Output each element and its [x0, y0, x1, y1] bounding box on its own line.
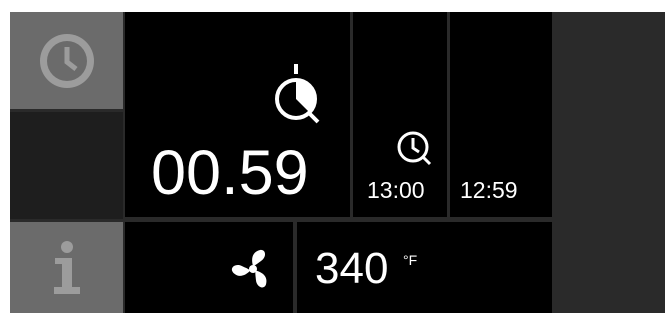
- clock-icon: [40, 34, 94, 88]
- oven-control-panel: 00.59 13:00 12:59 340 °F: [10, 12, 665, 313]
- end-time-label: 12:59: [460, 177, 518, 203]
- temperature-tile[interactable]: 340 °F: [297, 222, 552, 313]
- clock-button[interactable]: [10, 12, 123, 109]
- end-time-tile[interactable]: 12:59: [450, 12, 552, 217]
- sidebar-empty-slot: [10, 112, 123, 219]
- fan-icon: [231, 249, 267, 288]
- start-clock-icon: [397, 131, 432, 166]
- fan-mode-tile[interactable]: [125, 222, 293, 313]
- temperature-unit: °F: [403, 252, 418, 268]
- start-time-tile[interactable]: 13:00: [353, 12, 447, 217]
- info-icon: [54, 241, 80, 294]
- timer-value: 00.59: [151, 138, 309, 208]
- timer-tile[interactable]: 00.59: [125, 12, 350, 217]
- info-button[interactable]: [10, 222, 123, 313]
- stopwatch-icon: [275, 64, 320, 124]
- temperature-value: 340: [315, 244, 389, 293]
- start-time-label: 13:00: [367, 177, 425, 203]
